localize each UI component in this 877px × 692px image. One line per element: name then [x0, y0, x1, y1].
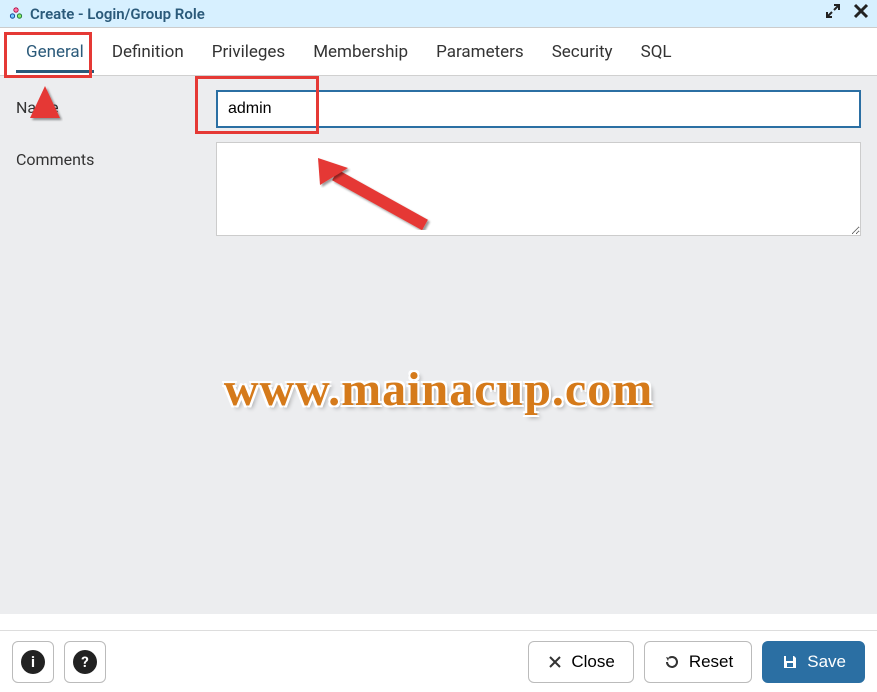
comments-input[interactable]	[216, 142, 861, 236]
comments-label: Comments	[16, 142, 216, 169]
close-x-icon	[547, 654, 563, 670]
title-bar: Create - Login/Group Role	[0, 0, 877, 28]
role-icon	[8, 6, 24, 22]
name-input[interactable]	[216, 90, 861, 128]
save-button[interactable]: Save	[762, 641, 865, 683]
reset-button-label: Reset	[689, 652, 733, 672]
watermark-text: www.mainacup.com	[224, 362, 653, 417]
tab-definition[interactable]: Definition	[98, 32, 198, 72]
close-button[interactable]: Close	[528, 641, 633, 683]
save-icon	[781, 653, 799, 671]
dialog-footer: i ? Close Reset Save	[0, 630, 877, 692]
name-label: Name	[16, 90, 216, 117]
window-title: Create - Login/Group Role	[30, 5, 825, 23]
tab-privileges[interactable]: Privileges	[198, 32, 299, 72]
tab-bar: General Definition Privileges Membership…	[0, 28, 877, 76]
help-icon: ?	[73, 650, 97, 674]
info-icon: i	[21, 650, 45, 674]
tab-parameters[interactable]: Parameters	[422, 32, 538, 72]
info-button[interactable]: i	[12, 641, 54, 683]
reset-icon	[663, 653, 681, 671]
close-icon[interactable]	[853, 3, 869, 24]
tab-security[interactable]: Security	[538, 32, 627, 72]
tab-general[interactable]: General	[12, 32, 98, 72]
expand-icon[interactable]	[825, 3, 841, 24]
help-button[interactable]: ?	[64, 641, 106, 683]
reset-button[interactable]: Reset	[644, 641, 752, 683]
form-panel: Name Comments	[0, 76, 877, 614]
tab-membership[interactable]: Membership	[299, 32, 422, 72]
tab-sql[interactable]: SQL	[627, 32, 686, 72]
save-button-label: Save	[807, 652, 846, 672]
close-button-label: Close	[571, 652, 614, 672]
